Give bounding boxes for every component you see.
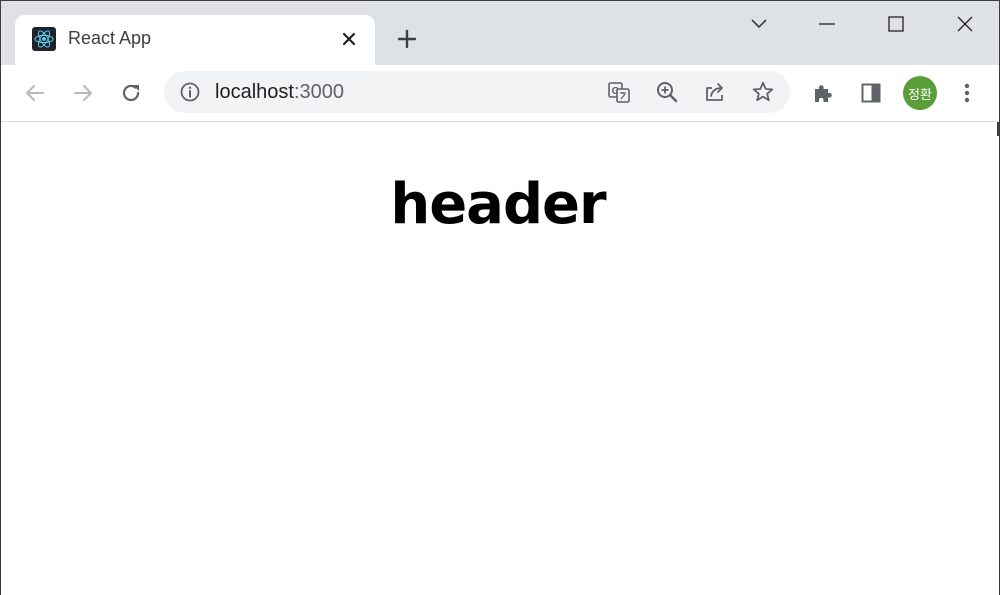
maximize-icon[interactable] xyxy=(873,7,919,41)
url-text[interactable]: localhost:3000 xyxy=(215,81,344,104)
share-icon[interactable] xyxy=(699,76,731,108)
translate-icon[interactable]: G xyxy=(603,76,635,108)
close-icon[interactable] xyxy=(338,28,360,50)
chevron-down-icon[interactable] xyxy=(736,7,782,41)
window-edge xyxy=(997,122,999,136)
side-panel-icon[interactable] xyxy=(855,77,887,109)
zoom-in-icon[interactable] xyxy=(651,76,683,108)
url-host: localhost xyxy=(215,81,294,103)
url-port: :3000 xyxy=(293,81,344,103)
star-icon[interactable] xyxy=(747,76,779,108)
tab-strip: React App xyxy=(1,1,999,65)
reload-icon[interactable] xyxy=(115,77,147,109)
browser-window: React App localhost:3000 G 정환 header xyxy=(0,0,1000,595)
tab-react-app[interactable]: React App xyxy=(15,15,375,65)
avatar[interactable]: 정환 xyxy=(903,76,937,110)
plus-icon[interactable] xyxy=(393,25,421,53)
tab-title: React App xyxy=(68,28,152,48)
arrow-right-icon[interactable] xyxy=(67,77,99,109)
puzzle-icon[interactable] xyxy=(807,77,839,109)
arrow-left-icon[interactable] xyxy=(19,77,51,109)
toolbar: localhost:3000 G 정환 xyxy=(1,65,999,122)
minimize-icon[interactable] xyxy=(804,7,850,41)
kebab-menu-icon[interactable] xyxy=(951,77,983,109)
info-icon[interactable] xyxy=(174,76,206,108)
react-logo-icon xyxy=(32,27,56,51)
close-icon[interactable] xyxy=(942,7,988,41)
page-heading: header xyxy=(390,172,606,237)
page-content: header xyxy=(1,122,999,595)
address-bar[interactable]: localhost:3000 G xyxy=(164,71,790,113)
